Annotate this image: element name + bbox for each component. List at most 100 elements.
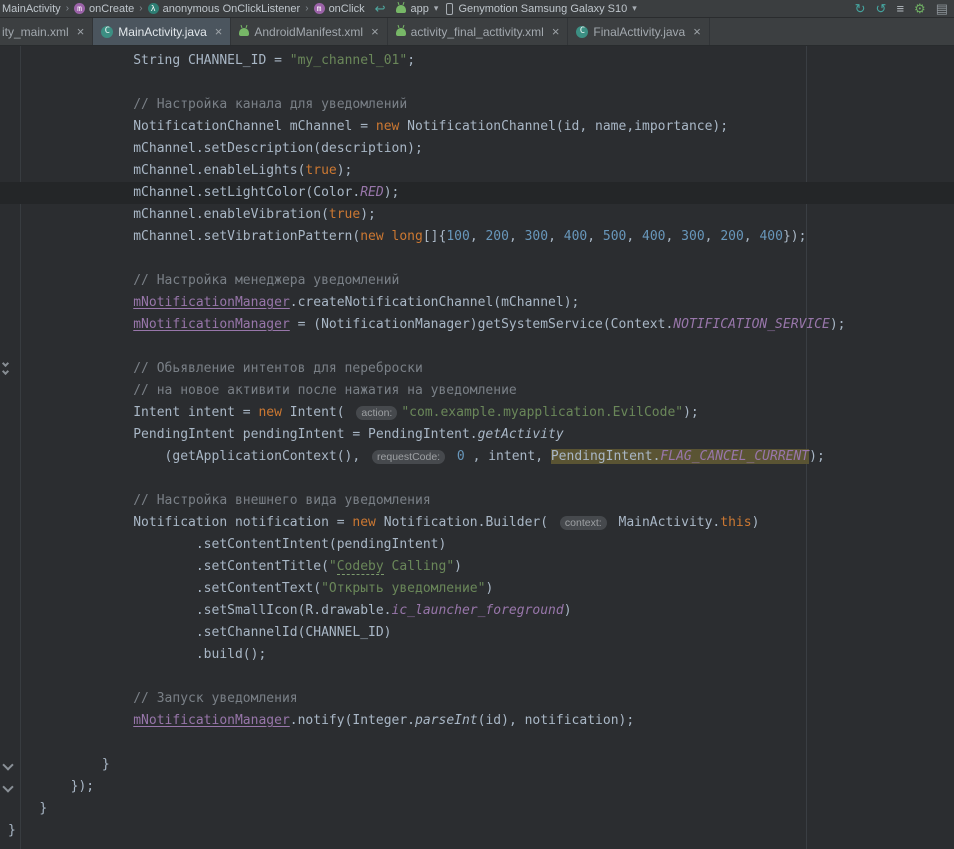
code-line[interactable]: mNotificationManager.createNotificationC…	[0, 292, 954, 314]
code-token: mChannel.setDescription(description);	[133, 141, 423, 156]
close-icon[interactable]: ×	[77, 24, 85, 39]
fold-arrow-icon[interactable]	[2, 782, 14, 794]
editor-tab[interactable]: AndroidManifest.xml×	[231, 18, 387, 45]
code-line[interactable]: .setContentTitle("Codeby Calling")	[0, 556, 954, 578]
code-line[interactable]: Notification notification = new Notifica…	[0, 512, 954, 534]
code-token: // Настройка канала для уведомлений	[133, 97, 407, 112]
code-line[interactable]: mChannel.setDescription(description);	[0, 138, 954, 160]
code-token: NotificationChannel mChannel =	[133, 119, 376, 134]
code-line[interactable]	[0, 666, 954, 688]
editor-tabbar: ity_main.xml×CMainActivity.java×AndroidM…	[0, 18, 954, 46]
code-token: // Обьявление интентов для переброски	[133, 361, 423, 376]
editor-tab[interactable]: CFinalActtivity.java×	[568, 18, 709, 45]
tab-label: ity_main.xml	[2, 25, 69, 39]
code-token: ,	[509, 229, 525, 244]
code-line[interactable]	[0, 248, 954, 270]
code-token: (id), notification);	[478, 713, 635, 728]
run-config-selector[interactable]: app ▾	[396, 3, 439, 15]
code-editor[interactable]: String CHANNEL_ID = "my_channel_01"; // …	[0, 46, 954, 849]
device-label: Genymotion Samsung Galaxy S10	[458, 3, 627, 15]
breadcrumb-label: MainActivity	[2, 3, 61, 15]
code-line[interactable]: mChannel.setVibrationPattern(new long[]{…	[0, 226, 954, 248]
code-line[interactable]: mNotificationManager = (NotificationMana…	[0, 314, 954, 336]
code-line[interactable]	[0, 732, 954, 754]
device-manager-icon[interactable]: ▤	[936, 2, 948, 15]
code-token: mNotificationManager	[133, 713, 290, 728]
code-line[interactable]: }	[0, 820, 954, 842]
code-token: 300	[525, 229, 548, 244]
code-line[interactable]: .build();	[0, 644, 954, 666]
code-line[interactable]: NotificationChannel mChannel = new Notif…	[0, 116, 954, 138]
breadcrumb-item[interactable]: monCreate	[74, 3, 134, 15]
apply-changes-icon[interactable]: ↻	[855, 2, 866, 15]
code-line[interactable]	[0, 72, 954, 94]
breadcrumb: MainActivity›monCreate›λanonymous OnClic…	[2, 3, 365, 15]
code-line[interactable]: mNotificationManager.notify(Integer.pars…	[0, 710, 954, 732]
editor-tab[interactable]: CMainActivity.java×	[93, 18, 231, 45]
code-token: )	[564, 603, 572, 618]
code-token: .setContentText(	[196, 581, 321, 596]
chevron-down-icon: ▾	[434, 3, 439, 14]
code-line[interactable]: .setChannelId(CHANNEL_ID)	[0, 622, 954, 644]
navigation-bar: MainActivity›monCreate›λanonymous OnClic…	[0, 0, 954, 18]
code-line[interactable]: .setContentText("Открыть уведомление")	[0, 578, 954, 600]
breadcrumb-item[interactable]: MainActivity	[2, 3, 61, 15]
editor-tab[interactable]: activity_final_acttivity.xml ×	[388, 18, 569, 45]
code-line[interactable]: mChannel.setLightColor(Color.RED);	[0, 182, 954, 204]
code-token: });	[783, 229, 806, 244]
code-line[interactable]: // на новое активити после нажатия на ув…	[0, 380, 954, 402]
editor-tab[interactable]: ity_main.xml ×	[0, 18, 93, 45]
code-token: MainActivity.	[611, 515, 721, 530]
code-line[interactable]: // Обьявление интентов для переброски	[0, 358, 954, 380]
code-token: FLAG_CANCEL_CURRENT	[660, 449, 809, 464]
code-token: Notification.Builder(	[376, 515, 556, 530]
fold-arrow-icon[interactable]	[2, 760, 14, 772]
code-line[interactable]: }	[0, 798, 954, 820]
code-token: // Запуск уведомления	[133, 691, 297, 706]
chevron-separator-icon: ›	[66, 3, 69, 14]
code-line[interactable]: .setSmallIcon(R.drawable.ic_launcher_for…	[0, 600, 954, 622]
device-selector[interactable]: Genymotion Samsung Galaxy S10 ▾	[446, 3, 636, 15]
code-token: )	[485, 581, 493, 596]
code-token: ,	[470, 229, 486, 244]
code-line[interactable]: }	[0, 754, 954, 776]
code-token: ,	[626, 229, 642, 244]
code-token: }	[8, 823, 16, 838]
code-line[interactable]: // Настройка канала для уведомлений	[0, 94, 954, 116]
code-token: mChannel.setLightColor(Color.	[133, 185, 360, 200]
close-icon[interactable]: ×	[693, 24, 701, 39]
breadcrumb-item[interactable]: λanonymous OnClickListener	[148, 3, 301, 15]
code-line[interactable]	[0, 468, 954, 490]
code-line[interactable]: PendingIntent pendingIntent = PendingInt…	[0, 424, 954, 446]
code-token: parseInt	[415, 713, 478, 728]
code-line[interactable]: });	[0, 776, 954, 798]
apply-code-changes-icon[interactable]: ↺	[876, 2, 887, 15]
code-line[interactable]: String CHANNEL_ID = "my_channel_01";	[0, 50, 954, 72]
code-line[interactable]: // Запуск уведомления	[0, 688, 954, 710]
code-line[interactable]: // Настройка внешнего вида уведомления	[0, 490, 954, 512]
close-icon[interactable]: ×	[215, 24, 223, 39]
android-studio-window: MainActivity›monCreate›λanonymous OnClic…	[0, 0, 954, 849]
back-icon[interactable]: ↩	[375, 1, 386, 17]
settings-gear-icon[interactable]: ⚙	[914, 2, 926, 15]
code-line[interactable]: mChannel.enableVibration(true);	[0, 204, 954, 226]
code-line[interactable]: // Настройка менеджера уведомлений	[0, 270, 954, 292]
code-line[interactable]: .setContentIntent(pendingIntent)	[0, 534, 954, 556]
build-variants-icon[interactable]: ≡	[896, 2, 904, 15]
code-line[interactable]: mChannel.enableLights(true);	[0, 160, 954, 182]
inlay-hint: requestCode:	[372, 450, 445, 464]
code-token: )	[454, 559, 462, 574]
code-token: PendingIntent.	[551, 449, 661, 464]
code-token: 400	[564, 229, 587, 244]
code-line[interactable]	[0, 336, 954, 358]
code-token: new	[376, 119, 399, 134]
method-icon: m	[74, 3, 85, 14]
close-icon[interactable]: ×	[371, 24, 379, 39]
close-icon[interactable]: ×	[552, 24, 560, 39]
code-line[interactable]: (getApplicationContext(), requestCode: 0…	[0, 446, 954, 468]
code-token: = (NotificationManager)getSystemService(…	[290, 317, 674, 332]
code-line[interactable]: Intent intent = new Intent( action:"com.…	[0, 402, 954, 424]
breadcrumb-item[interactable]: monClick	[314, 3, 365, 15]
tab-label: activity_final_acttivity.xml	[411, 25, 544, 39]
anonymous-class-icon: λ	[148, 3, 159, 14]
